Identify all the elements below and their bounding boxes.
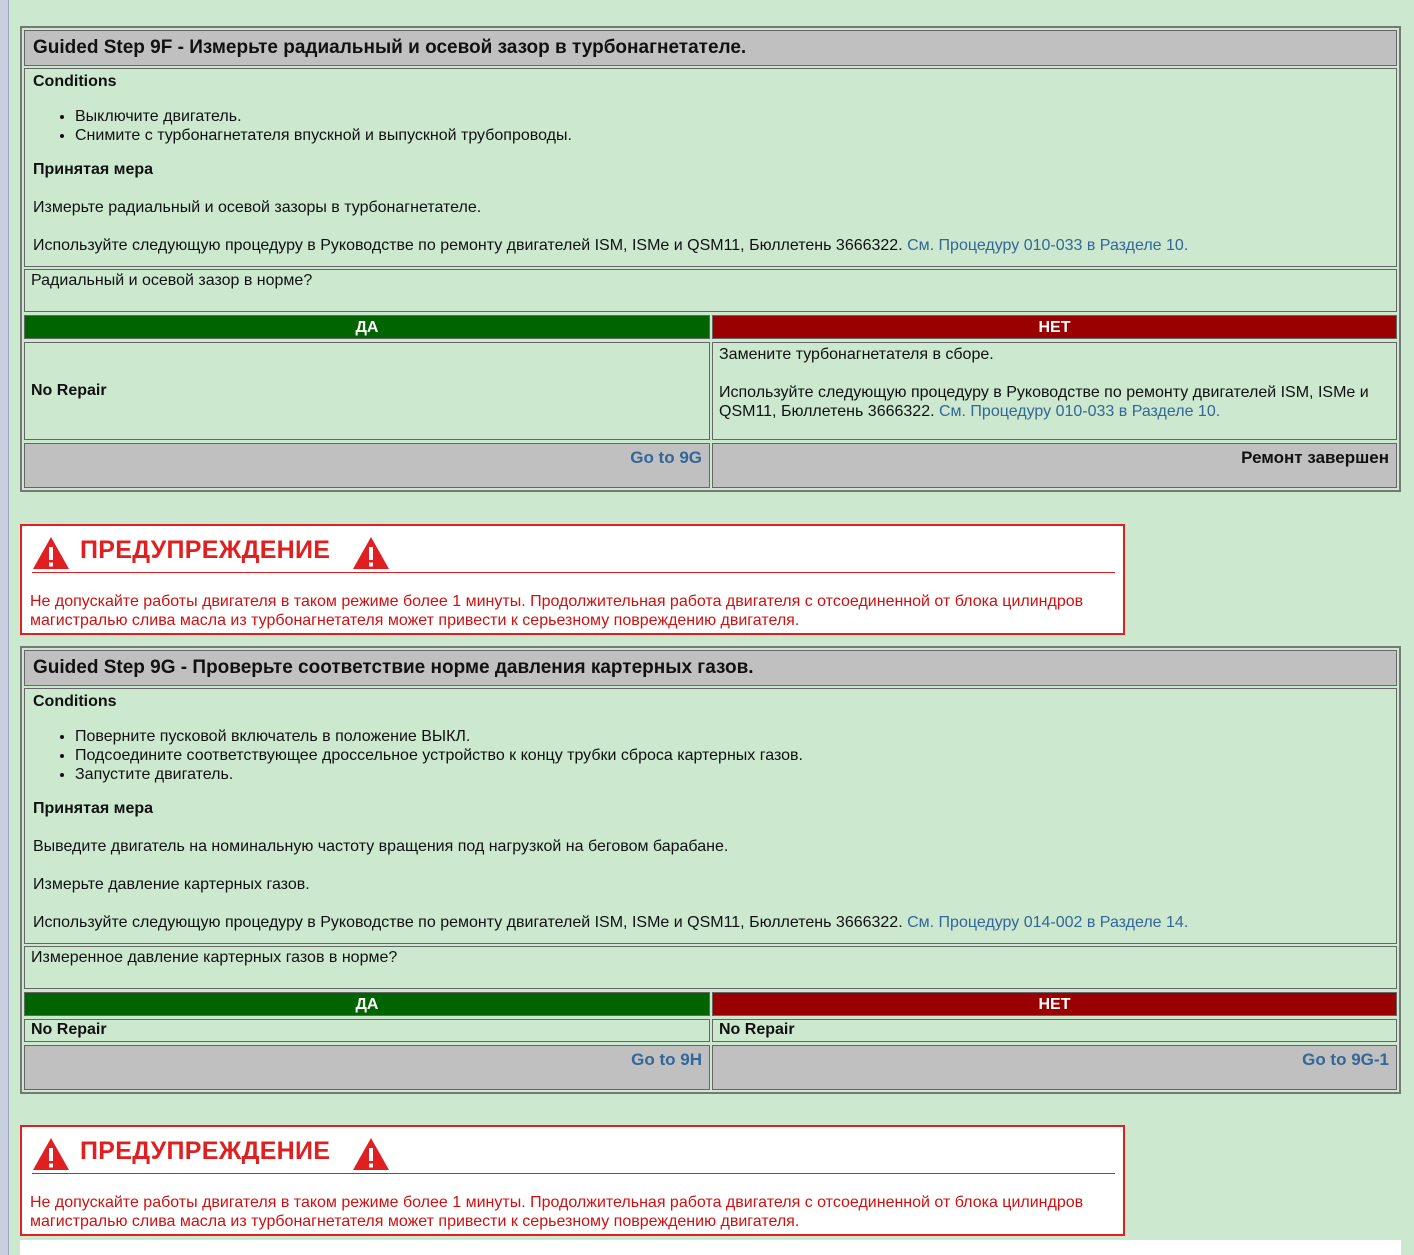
procedure-text: Используйте следующую процедуру в Руково… [33, 913, 1388, 932]
step-id: Guided Step 9F - [33, 37, 190, 58]
answer-nav-row: Go to 9H Go to 9G-1 [24, 1045, 1397, 1090]
conditions-block: Conditions Выключите двигатель. Снимите … [24, 68, 1397, 267]
procedure-text: Используйте следующую процедуру в Руково… [33, 236, 1388, 255]
question-block: Измеренное давление картерных газов в но… [24, 946, 1397, 989]
no-result: No Repair [712, 1019, 1397, 1042]
yes-result: No Repair [24, 342, 710, 440]
condition-item: Запустите двигатель. [75, 765, 1388, 784]
no-header: НЕТ [712, 992, 1397, 1016]
condition-item: Подсоедините соответствующее дроссельное… [75, 746, 1388, 765]
go-to-9h-link[interactable]: Go to 9H [631, 1050, 702, 1069]
yes-header: ДА [24, 992, 710, 1016]
answer-result-row: No Repair No Repair [24, 1019, 1397, 1042]
go-to-9g-1-link[interactable]: Go to 9G-1 [1302, 1050, 1389, 1069]
conditions-list: Поверните пусковой включатель в положени… [33, 727, 1388, 784]
action-text: Измерьте давление картерных газов. [33, 876, 310, 893]
no-header: НЕТ [712, 315, 1397, 339]
conditions-list: Выключите двигатель. Снимите с турбонагн… [33, 107, 1388, 145]
procedure-ref: Используйте следующую процедуру в Руково… [33, 237, 908, 254]
procedure-ref: Используйте следующую процедуру в Руково… [33, 914, 908, 931]
left-frame-edge [0, 0, 9, 1255]
warning-header: ПРЕДУПРЕЖДЕНИЕ [32, 1135, 1115, 1174]
step-title: Guided Step 9F - Измерьте радиальный и о… [24, 30, 1397, 66]
warning-title: ПРЕДУПРЕЖДЕНИЕ [80, 1137, 331, 1165]
guided-step-9g: Guided Step 9G - Проверьте соответствие … [20, 646, 1401, 1094]
no-result-procedure: Используйте следующую процедуру в Руково… [719, 383, 1390, 421]
repair-complete-label: Ремонт завершен [1241, 448, 1389, 467]
guided-step-9f: Guided Step 9F - Измерьте радиальный и о… [20, 26, 1401, 492]
warning-box: ПРЕДУПРЕЖДЕНИЕ Не допускайте работы двиг… [20, 524, 1125, 635]
procedure-link[interactable]: См. Процедуру 010-033 в Разделе 10. [939, 403, 1220, 420]
step-title: Guided Step 9G - Проверьте соответствие … [24, 650, 1397, 686]
warning-triangle-icon [33, 537, 69, 569]
procedure-link[interactable]: См. Процедуру 014-002 в Разделе 14. [907, 914, 1188, 931]
warning-box: ПРЕДУПРЕЖДЕНИЕ Не допускайте работы двиг… [20, 1125, 1125, 1236]
step-title-text: Проверьте соответствие норме давления ка… [192, 657, 754, 678]
action-text: Выведите двигатель на номинальную частот… [33, 838, 729, 855]
go-to-9g-link[interactable]: Go to 9G [630, 448, 702, 467]
yes-nav-cell: Go to 9G [24, 443, 710, 488]
condition-item: Выключите двигатель. [75, 107, 1388, 126]
no-result-text: Замените турбонагнетателя в сборе. [719, 346, 994, 363]
answer-header-row: ДА НЕТ [24, 315, 1397, 339]
answer-nav-row: Go to 9G Ремонт завершен [24, 443, 1397, 488]
no-result: Замените турбонагнетателя в сборе. Испол… [712, 342, 1397, 440]
step-id: Guided Step 9G - [33, 657, 193, 678]
yes-header: ДА [24, 315, 710, 339]
conditions-label: Conditions [33, 693, 117, 710]
action-text: Измерьте радиальный и осевой зазоры в ту… [33, 199, 482, 216]
warning-header: ПРЕДУПРЕЖДЕНИЕ [32, 534, 1115, 573]
conditions-block: Conditions Поверните пусковой включатель… [24, 688, 1397, 944]
warning-triangle-icon [353, 537, 389, 569]
condition-item: Поверните пусковой включатель в положени… [75, 727, 1388, 746]
warning-text: Не допускайте работы двигателя в таком р… [30, 593, 1084, 629]
warning-triangle-icon [353, 1138, 389, 1170]
next-section-edge [20, 1240, 1401, 1255]
yes-result: No Repair [24, 1019, 710, 1042]
action-label: Принятая мера [33, 161, 154, 178]
question-block: Радиальный и осевой зазор в норме? [24, 269, 1397, 312]
step-title-text: Измерьте радиальный и осевой зазор в тур… [189, 37, 747, 58]
conditions-label: Conditions [33, 73, 117, 90]
warning-triangle-icon [33, 1138, 69, 1170]
answer-result-row: No Repair Замените турбонагнетателя в сб… [24, 342, 1397, 440]
yes-nav-cell: Go to 9H [24, 1045, 710, 1090]
warning-title: ПРЕДУПРЕЖДЕНИЕ [80, 536, 331, 564]
answer-header-row: ДА НЕТ [24, 992, 1397, 1016]
condition-item: Снимите с турбонагнетателя впускной и вы… [75, 126, 1388, 145]
action-label: Принятая мера [33, 800, 154, 817]
procedure-link[interactable]: См. Процедуру 010-033 в Разделе 10. [907, 237, 1188, 254]
warning-text: Не допускайте работы двигателя в таком р… [30, 1194, 1084, 1230]
no-nav-cell: Ремонт завершен [712, 443, 1397, 488]
no-nav-cell: Go to 9G-1 [712, 1045, 1397, 1090]
